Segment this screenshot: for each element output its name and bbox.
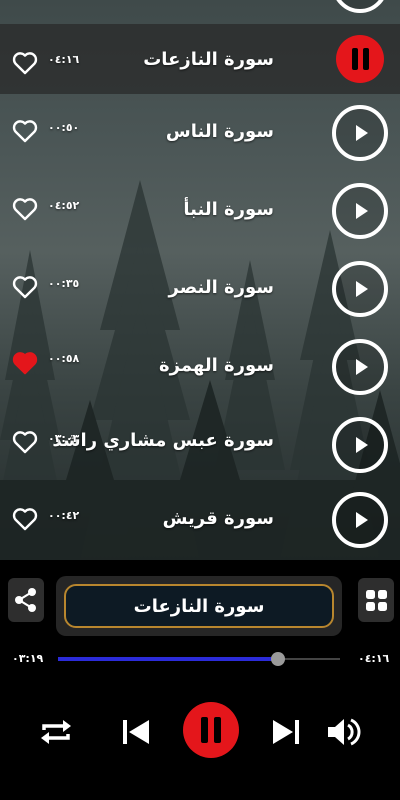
track-duration: ٠٤:١٦ <box>48 53 80 66</box>
track-title: سورة النصر <box>168 277 274 298</box>
now-playing-title: سورة النازعات <box>133 596 265 617</box>
play-button[interactable] <box>332 417 388 473</box>
seek-thumb[interactable] <box>270 652 285 666</box>
repeat-button[interactable] <box>36 712 76 752</box>
track-duration: ٠٠:٥٨ <box>48 352 80 365</box>
play-icon <box>356 281 368 297</box>
list-item[interactable] <box>0 0 400 24</box>
list-item[interactable]: سورة الهمزة ٠٠:٥٨ <box>0 328 400 406</box>
play-button[interactable] <box>332 339 388 395</box>
list-item[interactable]: سورة الناس ٠٠:٥٠ <box>0 94 400 172</box>
play-button[interactable] <box>332 183 388 239</box>
play-icon <box>356 203 368 219</box>
skip-previous-icon <box>123 720 149 744</box>
share-icon <box>15 588 36 612</box>
now-playing-frame: سورة النازعات <box>64 584 334 628</box>
heart-icon[interactable] <box>12 275 38 299</box>
track-duration: ٠٤:٥٢ <box>48 199 80 212</box>
play-button[interactable] <box>332 261 388 317</box>
heart-filled-icon[interactable] <box>12 351 38 375</box>
grid-button[interactable] <box>358 578 394 622</box>
play-icon <box>356 437 368 453</box>
pause-icon <box>183 702 239 758</box>
pause-icon <box>352 48 369 70</box>
play-icon <box>356 125 368 141</box>
track-title: سورة الهمزة <box>159 355 274 376</box>
grid-icon <box>366 590 387 611</box>
track-duration: ٠٠:٥٠ <box>48 121 80 134</box>
play-button[interactable] <box>332 105 388 161</box>
track-list: سورة النازعات ٠٤:١٦ سورة الناس ٠٠:٥٠ سور… <box>0 0 400 560</box>
list-item[interactable]: سورة النبأ ٠٤:٥٢ <box>0 172 400 250</box>
main-pause-button[interactable] <box>183 702 239 758</box>
player-screen: سورة النازعات ٠٤:١٦ سورة الناس ٠٠:٥٠ سور… <box>0 0 400 800</box>
player-panel: سورة النازعات ٠٣:١٩ ٠٤:١٦ <box>0 560 400 800</box>
list-item[interactable]: سورة عبس مشاري راشد ٠٣:٠٣ <box>0 406 400 484</box>
next-button[interactable] <box>266 712 306 752</box>
seek-progress <box>58 657 278 661</box>
play-button[interactable] <box>332 492 388 548</box>
heart-icon[interactable] <box>12 197 38 221</box>
skip-next-icon <box>273 720 299 744</box>
heart-icon[interactable] <box>12 430 38 454</box>
heart-icon[interactable] <box>12 119 38 143</box>
volume-button[interactable] <box>324 712 364 752</box>
track-title: سورة قريش <box>162 508 274 529</box>
list-item[interactable]: سورة قريش ٠٠:٤٢ <box>0 484 400 562</box>
play-icon <box>356 512 368 528</box>
previous-button[interactable] <box>116 712 156 752</box>
track-duration: ٠٠:٤٢ <box>48 509 80 522</box>
now-playing-box: سورة النازعات <box>56 576 342 636</box>
track-duration: ٠٣:٠٣ <box>48 432 80 445</box>
list-item[interactable]: سورة النصر ٠٠:٣٥ <box>0 250 400 328</box>
total-time: ٠٤:١٦ <box>358 652 390 665</box>
heart-icon[interactable] <box>12 51 38 75</box>
play-icon <box>356 359 368 375</box>
list-item[interactable]: سورة النازعات ٠٤:١٦ <box>0 24 400 94</box>
volume-icon <box>328 718 361 746</box>
track-title: سورة النازعات <box>143 49 274 70</box>
track-title: سورة الناس <box>165 121 274 142</box>
track-duration: ٠٠:٣٥ <box>48 277 80 290</box>
share-button[interactable] <box>8 578 44 622</box>
heart-icon[interactable] <box>12 507 38 531</box>
track-title: سورة النبأ <box>183 199 274 220</box>
repeat-icon <box>41 720 71 744</box>
pause-button[interactable] <box>336 35 384 83</box>
track-title: سورة عبس مشاري راشد <box>52 430 274 451</box>
seek-bar[interactable] <box>58 652 340 666</box>
play-button[interactable] <box>332 0 388 13</box>
elapsed-time: ٠٣:١٩ <box>12 652 44 665</box>
